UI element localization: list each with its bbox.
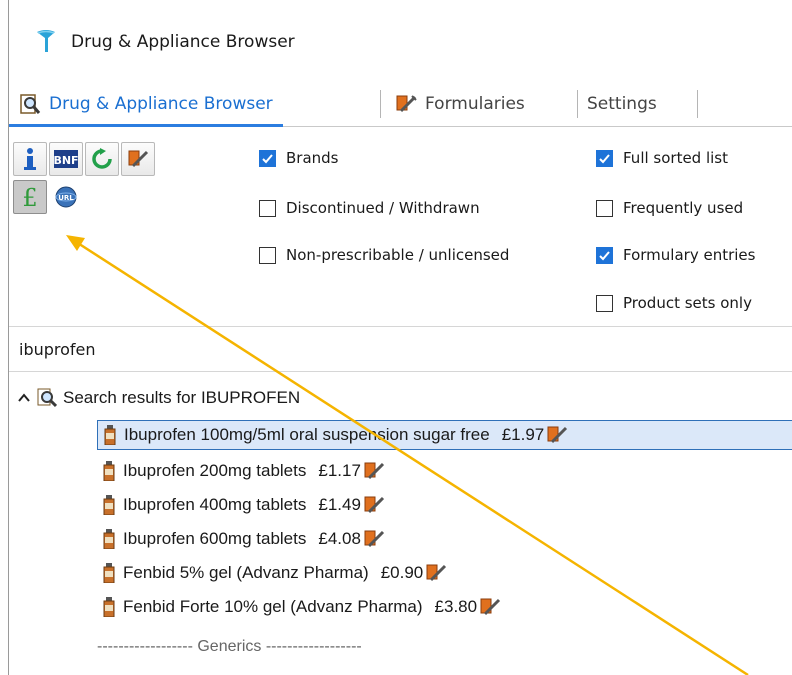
checkbox-label: Product sets only (623, 294, 752, 312)
formulary-flag-icon (480, 598, 501, 616)
title-bar: Drug & Appliance Browser (9, 14, 792, 70)
result-row[interactable]: Ibuprofen 100mg/5ml oral suspension suga… (97, 420, 792, 450)
svg-text:BNF: BNF (53, 154, 78, 167)
checkbox-checked[interactable] (259, 149, 276, 167)
checkbox-label: Full sorted list (623, 149, 729, 167)
info-icon (24, 148, 36, 170)
checkbox-label: Discontinued / Withdrawn (286, 199, 480, 217)
pound-icon: £ (22, 184, 37, 210)
checkbox-checked[interactable] (596, 149, 613, 167)
medicine-bottle-icon (103, 597, 115, 617)
bnf-button[interactable]: BNF (49, 142, 83, 176)
search-bar (9, 326, 792, 372)
result-row[interactable]: Ibuprofen 600mg tablets £4.08 (97, 524, 385, 554)
result-row[interactable]: Ibuprofen 400mg tablets £1.49 (97, 490, 385, 520)
result-row[interactable]: Ibuprofen 200mg tablets £1.17 (97, 456, 385, 486)
formulary-button[interactable] (121, 142, 155, 176)
tab-label: Formularies (425, 94, 525, 114)
result-price: £4.08 (318, 529, 361, 548)
result-price: £0.90 (380, 563, 424, 582)
search-input[interactable] (19, 339, 759, 359)
svg-text:URL: URL (58, 194, 74, 202)
svg-text:£: £ (22, 184, 37, 210)
app-logo-icon (37, 30, 55, 52)
generics-separator: ------------------ Generics ------------… (97, 638, 362, 655)
checkbox-checked[interactable] (596, 246, 613, 264)
syringe-icon (396, 95, 417, 113)
result-name: Ibuprofen 600mg tablets (123, 529, 307, 548)
url-button[interactable]: URL (49, 180, 83, 214)
tab-label: Settings (587, 94, 657, 114)
medicine-bottle-icon (103, 461, 115, 481)
medicine-bottle-icon (103, 563, 115, 583)
tab-settings[interactable]: Settings (587, 82, 657, 126)
result-name: Ibuprofen 200mg tablets (123, 461, 307, 480)
checkbox-unchecked[interactable] (259, 199, 276, 217)
result-name: Ibuprofen 100mg/5ml oral suspension suga… (124, 425, 490, 444)
window-title: Drug & Appliance Browser (71, 32, 295, 52)
price-button[interactable]: £ (13, 180, 47, 214)
tab-divider (697, 90, 698, 118)
results-tree: Search results for IBUPROFEN Ibuprofen 1… (9, 376, 792, 675)
refresh-button[interactable] (85, 142, 119, 176)
checkbox-label: Brands (286, 149, 339, 167)
formulary-flag-icon (364, 462, 384, 480)
magnifier-icon (20, 94, 41, 114)
frequently-used-checkbox[interactable]: Frequently used (596, 199, 743, 217)
full-sorted-list-checkbox[interactable]: Full sorted list (596, 149, 728, 167)
result-price: £1.49 (318, 495, 361, 514)
tab-divider (380, 90, 381, 118)
discontinued-checkbox[interactable]: Discontinued / Withdrawn (259, 199, 480, 217)
app-window: Drug & Appliance Browser Drug & Applianc… (8, 0, 792, 675)
result-price: £1.17 (318, 461, 361, 480)
result-row[interactable]: Fenbid 5% gel (Advanz Pharma) £0.90 (97, 558, 447, 588)
tab-bar: Drug & Appliance Browser Formularies Set… (9, 82, 792, 127)
tab-formularies[interactable]: Formularies (395, 82, 525, 126)
checkbox-label: Frequently used (623, 199, 744, 217)
tab-drug-appliance-browser[interactable]: Drug & Appliance Browser (9, 82, 283, 127)
brands-checkbox[interactable]: Brands (259, 149, 339, 167)
search-results-icon (37, 388, 57, 408)
checkbox-label: Formulary entries (623, 246, 756, 264)
checkbox-unchecked[interactable] (596, 294, 613, 312)
result-name: Ibuprofen 400mg tablets (123, 495, 307, 514)
toolbar: BNF £ URL Brands Discontinued / Withdraw… (9, 130, 792, 322)
medicine-bottle-icon (104, 425, 116, 445)
result-name: Fenbid Forte 10% gel (Advanz Pharma) (123, 597, 423, 616)
info-button[interactable] (13, 142, 47, 176)
non-prescribable-checkbox[interactable]: Non-prescribable / unlicensed (259, 246, 509, 264)
result-price: £1.97 (501, 425, 545, 444)
result-row[interactable]: Fenbid Forte 10% gel (Advanz Pharma) £3.… (97, 592, 501, 622)
tab-divider (577, 90, 578, 118)
product-sets-checkbox[interactable]: Product sets only (596, 294, 752, 312)
url-globe-icon: URL (55, 186, 77, 208)
results-header-text: Search results for IBUPROFEN (63, 388, 301, 407)
result-name: Fenbid 5% gel (Advanz Pharma) (123, 563, 369, 582)
formulary-flag-icon (547, 426, 568, 444)
refresh-icon (92, 148, 112, 169)
tab-label: Drug & Appliance Browser (49, 94, 273, 114)
bnf-icon: BNF (53, 150, 79, 168)
formulary-icon (128, 150, 149, 168)
checkbox-unchecked[interactable] (259, 246, 276, 264)
window-top-strip (9, 0, 792, 15)
medicine-bottle-icon (103, 529, 115, 549)
result-price: £3.80 (434, 597, 478, 616)
results-header[interactable]: Search results for IBUPROFEN (17, 388, 300, 408)
formulary-entries-checkbox[interactable]: Formulary entries (596, 246, 755, 264)
checkbox-label: Non-prescribable / unlicensed (286, 246, 510, 264)
medicine-bottle-icon (103, 495, 115, 515)
checkbox-unchecked[interactable] (596, 199, 613, 217)
formulary-flag-icon (364, 496, 384, 514)
formulary-flag-icon (426, 564, 447, 582)
formulary-flag-icon (364, 530, 384, 548)
chevron-up-icon[interactable] (17, 391, 31, 405)
